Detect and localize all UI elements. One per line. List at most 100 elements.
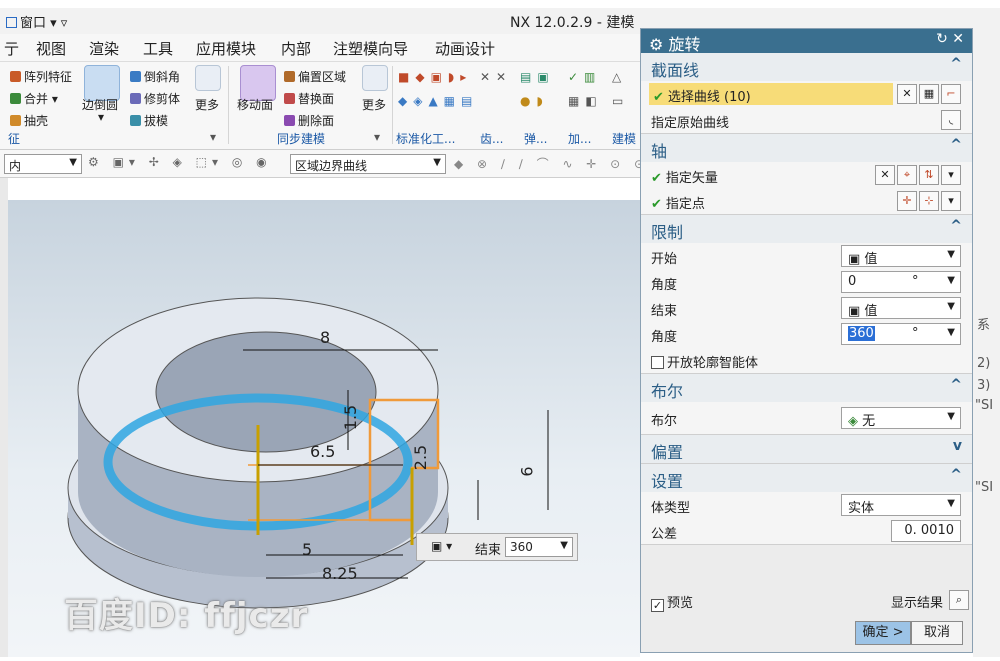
delete-face-button[interactable]: 删除面	[284, 112, 334, 129]
group-expand-1[interactable]: ▾	[210, 130, 216, 144]
magnifier-icon[interactable]: ⌕	[949, 590, 969, 610]
limits-header[interactable]: 限制 ^	[641, 215, 972, 243]
replace-face-button[interactable]: 替换面	[284, 90, 334, 107]
selection-tool-icons[interactable]: ⚙ ▣▾ ✢ ◈ ⬚▾ ◎ ◉	[88, 155, 272, 169]
deselect-icon[interactable]: ✕	[897, 84, 917, 104]
reset-icon[interactable]: ↻	[936, 31, 948, 47]
end-angle-input[interactable]: 360 ° ▼	[841, 323, 961, 345]
edge-blend-dropdown[interactable]: ▾	[98, 110, 104, 124]
open-profile-row[interactable]: 开放轮廓智能体	[641, 347, 972, 373]
spring-tools-icons-2[interactable]: ●◗	[520, 94, 549, 108]
preview-checkbox[interactable]: ✓	[651, 599, 664, 612]
menu-item-0[interactable]: 亍	[4, 38, 19, 59]
dim-label: 6	[517, 466, 537, 477]
unite-button[interactable]: 合并 ▾	[10, 90, 58, 107]
start-type-select[interactable]: ▣ 值 ▼	[841, 245, 961, 267]
curve-icon[interactable]: ⌐	[941, 84, 961, 104]
more-button-1[interactable]: 更多	[195, 96, 219, 113]
cancel-button[interactable]: 取消	[911, 621, 963, 645]
array-feature-button[interactable]: 阵列特征	[10, 68, 72, 85]
specify-point-row[interactable]: ✔ 指定点 ✛ ⊹ ▾	[641, 188, 972, 214]
chevron-up-icon: ^	[950, 377, 962, 393]
checkmark-icon: ✔	[651, 171, 662, 186]
menu-item-application[interactable]: 应用模块	[196, 38, 256, 59]
add-tools-icons-2[interactable]: ▦◧	[568, 94, 603, 108]
offset-region-label: 偏置区域	[298, 70, 347, 84]
checkmark-icon: ✔	[651, 197, 662, 212]
boolean-header[interactable]: 布尔 ^	[641, 374, 972, 402]
menu-item-render[interactable]: 渲染	[89, 38, 119, 59]
more-icon-2[interactable]	[362, 65, 388, 91]
body-type-select[interactable]: 实体 ▼	[841, 494, 961, 516]
menu-item-animation[interactable]: 动画设计	[435, 38, 495, 59]
chevron-down-icon: ▼	[560, 540, 568, 551]
reverse-direction-icon[interactable]: ⇅	[919, 165, 939, 185]
end-type-select[interactable]: ▣ 值 ▼	[841, 297, 961, 319]
snap-point-icons[interactable]: ◆ ⊗ ∕ ∕ ⌒ ∿ ✛ ⊙ ⊙	[454, 155, 649, 172]
chamfer-label: 倒斜角	[144, 70, 181, 84]
more-icon-1[interactable]	[195, 65, 221, 91]
settings-header[interactable]: 设置 ^	[641, 464, 972, 492]
select-curve-row[interactable]: ✔ 选择曲线 (10) ✕ ▦ ⌐	[641, 81, 972, 107]
specify-vector-row[interactable]: ✔ 指定矢量 ✕ ⌖ ⇅ ▾	[641, 162, 972, 188]
menu-item-mold-wizard[interactable]: 注塑模向导	[333, 38, 408, 59]
boolean-select[interactable]: ◈ 无 ▼	[841, 407, 961, 429]
move-face-button[interactable]: 移动面	[237, 96, 273, 113]
origin-curve-icon[interactable]: ◟	[941, 110, 961, 130]
ribbon-separator	[228, 66, 229, 144]
add-tools-icons[interactable]: ✓▥	[568, 70, 601, 84]
chevron-down-icon[interactable]: ▾	[941, 191, 961, 211]
group-label-build: 建模	[612, 132, 637, 146]
vector-dialog-icon[interactable]: ⌖	[897, 165, 917, 185]
curve-rule-combo[interactable]: 区域边界曲线 ▼	[290, 154, 446, 174]
chevron-down-icon: ▼	[947, 275, 955, 286]
angle-unit: °	[912, 326, 919, 341]
menu-item-tools[interactable]: 工具	[143, 38, 173, 59]
chamfer-button[interactable]: 倒斜角	[130, 68, 180, 85]
build-tools-icons[interactable]: △	[612, 70, 627, 84]
sketch-section-icon[interactable]: ▦	[919, 84, 939, 104]
open-profile-checkbox[interactable]	[651, 356, 664, 369]
ok-button[interactable]: 确定 >	[855, 621, 911, 645]
filter-combo-value: 内	[9, 159, 22, 173]
peek-text: "SI	[975, 398, 994, 413]
draft-button[interactable]: 拔模	[130, 112, 168, 129]
gear-tools-icons[interactable]: ✕✕	[480, 70, 512, 84]
boolean-row: 布尔 ◈ 无 ▼	[641, 402, 972, 434]
value-type-icon[interactable]: ▣ ▾	[431, 539, 452, 553]
shell-button[interactable]: 抽壳	[10, 112, 48, 129]
end-row: 结束 ▣ 值 ▼	[641, 295, 972, 321]
float-end-value[interactable]: 360 ▼	[505, 537, 573, 557]
window-menu[interactable]: 窗口 ▾ ▿	[6, 12, 67, 31]
specify-origin-curve-row[interactable]: 指定原始曲线 ◟	[641, 107, 972, 133]
more-button-2[interactable]: 更多	[362, 96, 386, 113]
point-type-icon[interactable]: ⊹	[919, 191, 939, 211]
boolean-group: 布尔 ^ 布尔 ◈ 无 ▼	[641, 374, 972, 435]
chevron-down-icon[interactable]: ▾	[941, 165, 961, 185]
build-tools-icons-2[interactable]: ▭	[612, 94, 629, 108]
tolerance-input[interactable]: 0. 0010	[891, 520, 961, 542]
offset-region-button[interactable]: 偏置区域	[284, 68, 346, 85]
deselect-icon[interactable]: ✕	[875, 165, 895, 185]
filter-combo[interactable]: 内 ▼	[4, 154, 82, 174]
standard-parts-icons-2[interactable]: ◆◈▲▦▤	[398, 94, 478, 108]
section-curve-header[interactable]: 截面线 ^	[641, 53, 972, 81]
group-expand-2[interactable]: ▾	[374, 130, 380, 144]
menu-item-internal[interactable]: 内部	[281, 38, 311, 59]
menu-item-view[interactable]: 视图	[36, 38, 66, 59]
trim-body-button[interactable]: 修剪体	[130, 90, 180, 107]
select-curve-highlight[interactable]: ✔ 选择曲线 (10)	[649, 83, 893, 105]
offset-header[interactable]: 偏置 v	[641, 435, 972, 463]
standard-parts-icons[interactable]: ■◆▣◗▸	[398, 70, 472, 84]
axis-group: 轴 ^ ✔ 指定矢量 ✕ ⌖ ⇅ ▾ ✔ 指定点 ✛ ⊹ ▾	[641, 134, 972, 215]
right-background-panel: 系 2) 3) "SI "SI	[973, 28, 1000, 657]
end-angle-value: 360	[848, 326, 875, 341]
axis-header[interactable]: 轴 ^	[641, 134, 972, 162]
preview-row: ✓ 预览 显示结果 ⌕	[641, 587, 972, 617]
start-angle-input[interactable]: 0 ° ▼	[841, 271, 961, 293]
show-result-label[interactable]: 显示结果	[891, 592, 943, 611]
spring-tools-icons[interactable]: ▤▣	[520, 70, 555, 84]
point-dialog-icon[interactable]: ✛	[897, 191, 917, 211]
revolve-dialog: ⚙ 旋转 ↻ ✕ 截面线 ^ ✔ 选择曲线 (10) ✕ ▦ ⌐ 指定原始曲线 ◟ …	[640, 28, 973, 653]
close-icon[interactable]: ✕	[952, 31, 964, 47]
